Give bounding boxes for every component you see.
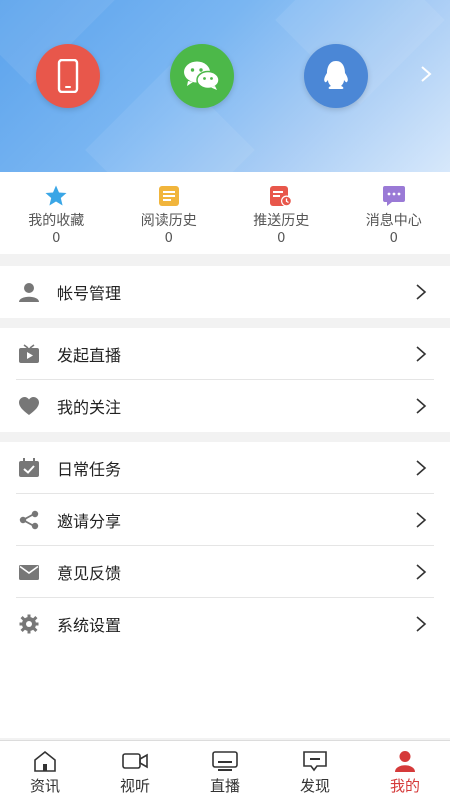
chevron-right-icon <box>414 345 428 363</box>
chevron-right-icon <box>414 283 428 301</box>
tab-me[interactable]: 我的 <box>360 741 450 801</box>
video-icon <box>122 750 148 772</box>
start-live-item[interactable]: 发起直播 <box>0 328 450 380</box>
stat-label: 我的收藏 <box>28 210 84 230</box>
system-settings-item[interactable]: 系统设置 <box>0 598 450 650</box>
chevron-right-icon <box>414 459 428 477</box>
home-icon <box>32 750 58 772</box>
mail-icon <box>18 562 40 582</box>
menu-item-label: 日常任务 <box>57 456 121 480</box>
tv-icon <box>18 344 40 364</box>
tab-discover[interactable]: 发现 <box>270 741 360 801</box>
tab-label: 发现 <box>300 775 330 796</box>
stat-count: 0 <box>52 231 60 246</box>
calendar-check-icon <box>18 458 40 478</box>
stat-count: 0 <box>390 231 398 246</box>
star-icon <box>44 184 68 208</box>
reading-history-icon <box>157 184 181 208</box>
message-center-stat[interactable]: 消息中心 0 <box>338 172 450 254</box>
misc-group: 日常任务 邀请分享 意见反馈 <box>0 442 450 738</box>
tab-live[interactable]: 直播 <box>180 741 270 801</box>
menu-item-label: 我的关注 <box>57 394 121 418</box>
favorites-stat[interactable]: 我的收藏 0 <box>0 172 113 254</box>
menu-item-label: 发起直播 <box>57 342 121 366</box>
qq-icon <box>321 59 351 93</box>
bottom-tab-bar: 资讯 视听 直播 发现 我的 <box>0 740 450 801</box>
push-history-icon <box>269 184 293 208</box>
discover-icon <box>302 750 328 772</box>
wechat-login-button[interactable] <box>170 44 234 108</box>
menu-item-label: 意见反馈 <box>57 560 121 584</box>
account-group: 帐号管理 <box>0 266 450 318</box>
message-center-icon <box>382 184 406 208</box>
stat-label: 推送历史 <box>253 210 309 230</box>
share-icon <box>18 510 40 530</box>
live-group: 发起直播 我的关注 <box>0 328 450 432</box>
menu-item-label: 帐号管理 <box>57 280 121 304</box>
wechat-icon <box>182 59 222 93</box>
stats-bar: 我的收藏 0 阅读历史 0 推送历史 0 消息中心 0 <box>0 172 450 254</box>
tab-news[interactable]: 资讯 <box>0 741 90 801</box>
status-bar <box>0 0 450 8</box>
live-screen-icon <box>212 750 238 772</box>
menu-item-label: 邀请分享 <box>57 508 121 532</box>
menu-item-label: 系统设置 <box>57 612 121 636</box>
stat-label: 消息中心 <box>366 210 422 230</box>
chevron-right-icon[interactable] <box>418 64 434 84</box>
chevron-right-icon <box>414 511 428 529</box>
tab-label: 视听 <box>120 775 150 796</box>
chevron-right-icon <box>414 615 428 633</box>
profile-header-banner <box>0 0 450 172</box>
push-history-stat[interactable]: 推送历史 0 <box>225 172 338 254</box>
phone-login-button[interactable] <box>36 44 100 108</box>
qq-login-button[interactable] <box>304 44 368 108</box>
reading-history-stat[interactable]: 阅读历史 0 <box>113 172 226 254</box>
chevron-right-icon <box>414 563 428 581</box>
stat-count: 0 <box>165 231 173 246</box>
account-management-item[interactable]: 帐号管理 <box>0 266 450 318</box>
daily-tasks-item[interactable]: 日常任务 <box>0 442 450 494</box>
tab-video[interactable]: 视听 <box>90 741 180 801</box>
profile-icon <box>392 750 418 772</box>
person-icon <box>18 282 40 302</box>
tab-label: 直播 <box>210 775 240 796</box>
stat-count: 0 <box>277 231 285 246</box>
my-follows-item[interactable]: 我的关注 <box>0 380 450 432</box>
chevron-right-icon <box>414 397 428 415</box>
phone-icon <box>57 59 79 93</box>
tab-label: 我的 <box>390 775 420 796</box>
invite-share-item[interactable]: 邀请分享 <box>0 494 450 546</box>
stat-label: 阅读历史 <box>141 210 197 230</box>
feedback-item[interactable]: 意见反馈 <box>0 546 450 598</box>
heart-icon <box>18 396 40 416</box>
gear-icon <box>18 614 40 634</box>
tab-label: 资讯 <box>30 775 60 796</box>
